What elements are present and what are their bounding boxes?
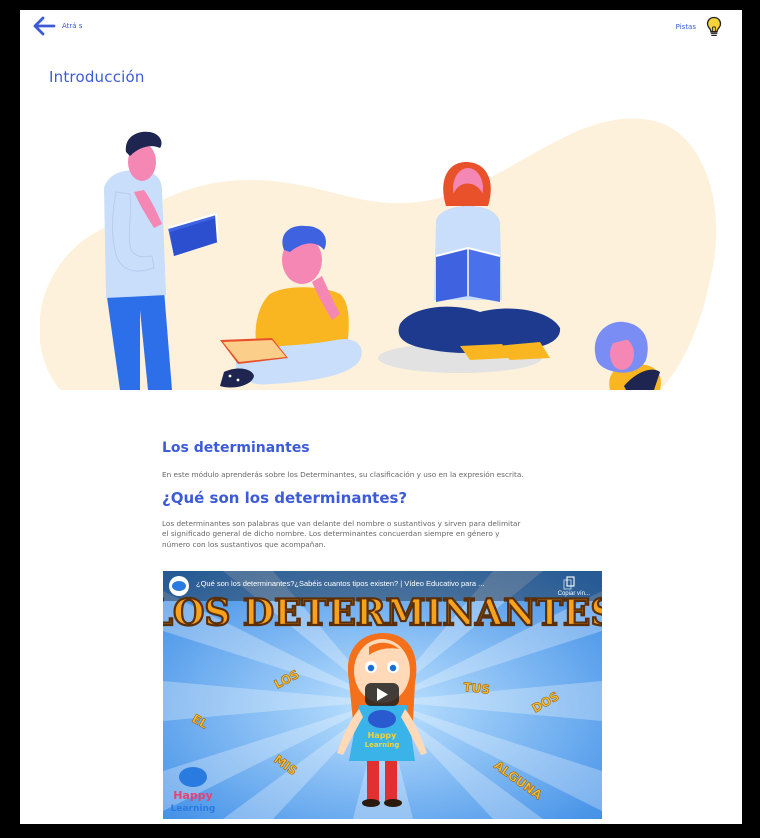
brand-text: Learning — [171, 804, 216, 814]
hero-illustration — [40, 118, 717, 390]
lesson-heading: Los determinantes — [162, 440, 310, 456]
lesson-content: Los determinantes En este módulo aprende… — [162, 440, 602, 550]
lesson-definition: Los determinantes son palabras que van d… — [162, 519, 602, 551]
lightbulb-icon — [706, 16, 722, 37]
shirt-text: Learning — [365, 741, 400, 749]
video-banner-text: LOS DETERMINANTES — [163, 592, 602, 634]
arrow-left-icon — [33, 16, 56, 36]
play-icon — [365, 683, 399, 706]
hints-label: Pistas — [675, 23, 696, 31]
copy-link-button[interactable]: Copiar vín... — [558, 591, 590, 597]
video-word: TUS — [463, 680, 491, 697]
video-thumbnail: LOS DETERMINANTES Happy Learning LOS TUS… — [163, 571, 602, 819]
page-title: Introducción — [49, 68, 145, 86]
top-bar: Atrá s Pistas — [20, 10, 742, 46]
brand-text: Happy — [173, 789, 213, 802]
definition-line: número con los sustantivos que acompañan… — [162, 539, 326, 549]
shirt-text: Happy — [368, 731, 398, 740]
lesson-subheading: ¿Qué son los determinantes? — [162, 488, 408, 507]
lesson-intro: En este módulo aprenderás sobre los Dete… — [162, 470, 524, 479]
back-label: Atrá s — [62, 22, 83, 30]
definition-line: Los determinantes son palabras que van d… — [162, 518, 521, 528]
video-title[interactable]: ¿Qué son los determinantes?¿Sabéis cuant… — [196, 579, 484, 588]
definition-line: el significado general de dicho nombre. … — [162, 529, 500, 538]
back-button[interactable]: Atrá s — [32, 16, 82, 36]
content-page: Atrá s Pistas Introducción Los determina… — [20, 10, 742, 824]
hints-button[interactable]: Pistas — [676, 16, 722, 38]
video-player[interactable]: LOS DETERMINANTES Happy Learning LOS TUS… — [163, 571, 602, 819]
